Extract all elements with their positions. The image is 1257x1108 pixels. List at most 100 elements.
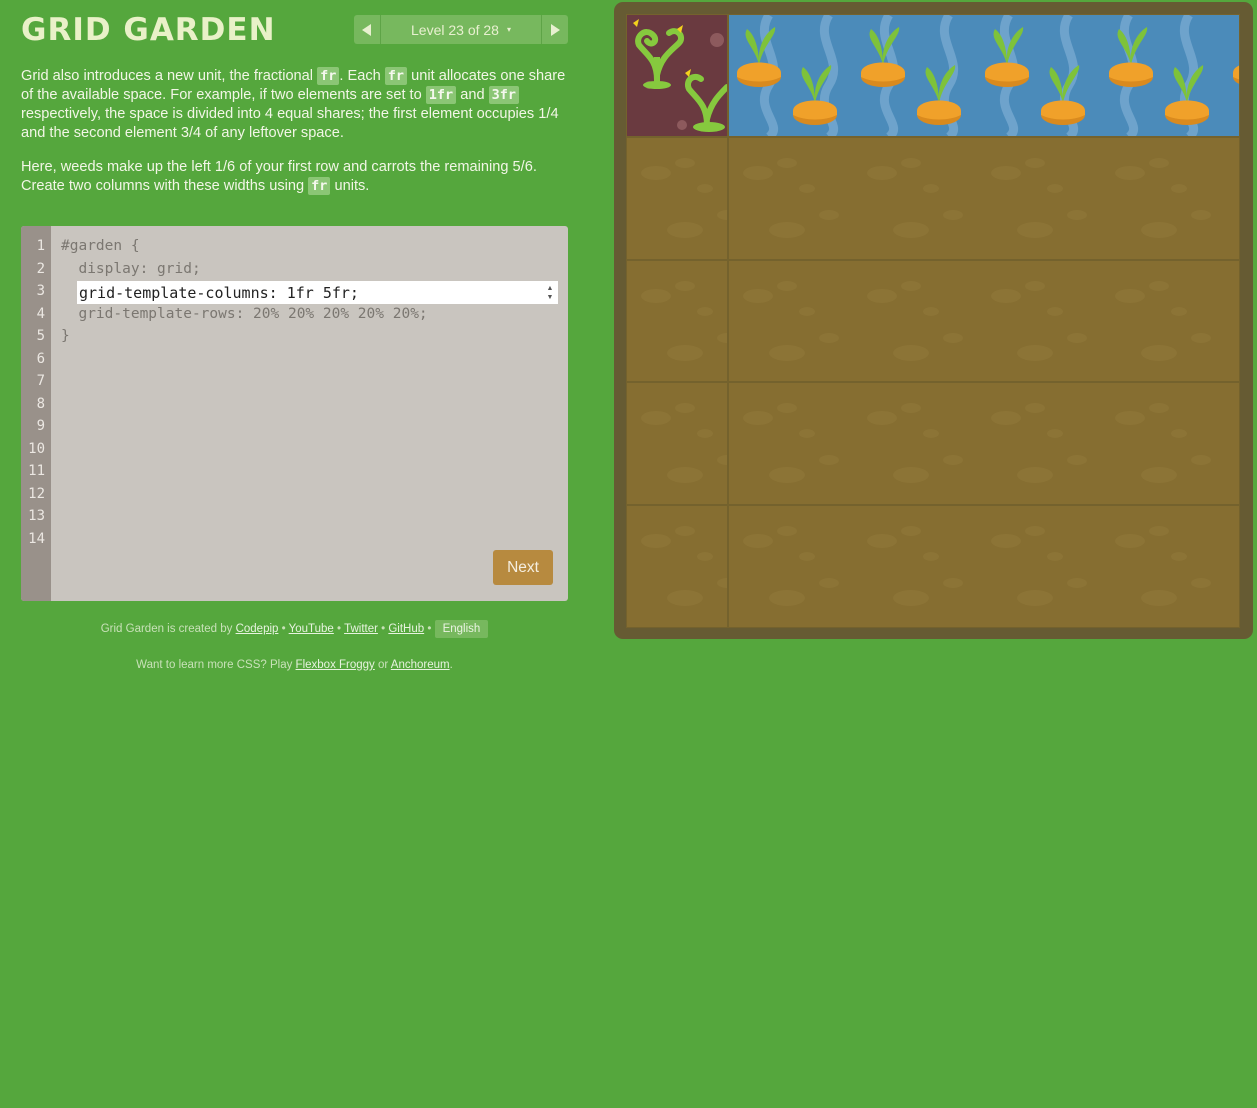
language-button[interactable]: English [434, 620, 489, 638]
soil-pebble [819, 455, 840, 466]
soil-pebble [1067, 209, 1088, 220]
soil-cell [626, 382, 729, 506]
carrots-group [737, 27, 1240, 125]
soil-pebble [1115, 288, 1146, 303]
soil-pebble [867, 534, 898, 549]
line-number: 10 [28, 441, 45, 457]
soil-pebble [991, 411, 1022, 426]
soil-pebble [1191, 209, 1212, 220]
soil-pebble [1047, 306, 1064, 316]
soil-pebble [697, 429, 713, 439]
line-number: 11 [28, 463, 45, 479]
line-number: 3 [36, 283, 45, 299]
code-line-2: display: grid; [61, 261, 201, 277]
line-number: 7 [36, 373, 45, 389]
soil-pebble [991, 288, 1022, 303]
soil-pebble [743, 534, 774, 549]
instructions-paragraph-1: Grid also introduces a new unit, the fra… [21, 67, 566, 141]
carrot-icon [1165, 65, 1210, 125]
soil-cell [626, 505, 729, 628]
soil-pebble [717, 455, 728, 466]
line-number: 9 [36, 418, 45, 434]
code-line-4: grid-template-rows: 20% 20% 20% 20% 20%; [61, 306, 428, 322]
soil-pebble [1017, 590, 1054, 607]
codepip-link[interactable]: Codepip [236, 623, 279, 635]
soil-pebble [769, 221, 806, 238]
line-number: 12 [28, 486, 45, 502]
garden-grid [626, 14, 1240, 628]
soil-pebble [667, 221, 703, 238]
soil-pebble [769, 344, 806, 361]
line-number-gutter: 1 2 3 4 5 6 7 8 9 10 11 12 13 14 [21, 226, 51, 601]
anchoreum-link[interactable]: Anchoreum [391, 659, 450, 671]
level-navigation: Level 23 of 28 ▾ [354, 15, 568, 44]
line-number: 2 [36, 261, 45, 277]
soil-pebble [1141, 221, 1178, 238]
code-line-1: #garden { [61, 238, 140, 254]
spinner-up-icon: ▲ [546, 284, 554, 292]
soil-pebble [743, 288, 774, 303]
credits-footer: Grid Garden is created by Codepip • YouT… [21, 620, 568, 638]
soil-pebble [641, 534, 671, 549]
soil-pebble [675, 403, 695, 414]
soil-pebble [867, 411, 898, 426]
soil-pebble [799, 183, 816, 193]
flexbox-froggy-link[interactable]: Flexbox Froggy [296, 659, 375, 671]
soil-pebble [641, 411, 671, 426]
soil-pebble [717, 578, 728, 589]
soil-pebble [1047, 183, 1064, 193]
soil-pebble [1171, 429, 1188, 439]
line-number: 1 [36, 238, 45, 254]
youtube-link[interactable]: YouTube [289, 623, 334, 635]
soil-pebble [1191, 455, 1212, 466]
soil-pebble [991, 534, 1022, 549]
code-keyword: fr [384, 67, 408, 85]
soil-pebble [675, 157, 695, 168]
code-input-container: ▲ ▼ [77, 281, 558, 304]
code-editor: 1 2 3 4 5 6 7 8 9 10 11 12 13 14 #garden… [21, 226, 568, 601]
soil-pebble [893, 590, 930, 607]
soil-pebble [641, 288, 671, 303]
soil-pebble [1047, 429, 1064, 439]
twitter-link[interactable]: Twitter [344, 623, 378, 635]
code-keyword: 3fr [488, 86, 520, 104]
css-answer-input[interactable] [77, 282, 542, 303]
soil-pebble [769, 590, 806, 607]
soil-pebble [867, 288, 898, 303]
soil-pebble [1025, 526, 1046, 537]
soil-pebble [675, 280, 695, 291]
soil-pebble [819, 332, 840, 343]
soil-pebble [991, 165, 1022, 180]
soil-pebble [1191, 332, 1212, 343]
triangle-left-icon [362, 23, 371, 36]
line-number: 8 [36, 396, 45, 412]
soil-pebble [901, 403, 922, 414]
soil-pebble [697, 183, 713, 193]
level-indicator-dropdown[interactable]: Level 23 of 28 ▾ [381, 15, 541, 44]
soil-cell [728, 136, 1240, 260]
soil-pebble [943, 578, 964, 589]
soil-pebble [717, 209, 728, 220]
previous-level-button[interactable] [354, 15, 381, 44]
soil-pebble [1171, 183, 1188, 193]
input-spinner[interactable]: ▲ ▼ [542, 281, 558, 304]
soil-pebble [667, 344, 703, 361]
github-link[interactable]: GitHub [388, 623, 424, 635]
soil-pebble [743, 411, 774, 426]
soil-pebble [819, 578, 840, 589]
soil-pebble [923, 183, 940, 193]
soil-pebble [799, 429, 816, 439]
soil-pebble [717, 332, 728, 343]
soil-cell [728, 382, 1240, 506]
soil-pebble [901, 157, 922, 168]
soil-cell [626, 259, 729, 383]
next-button[interactable]: Next [493, 550, 553, 585]
soil-pebble [743, 165, 774, 180]
soil-pebble [1149, 403, 1170, 414]
line-number: 6 [36, 351, 45, 367]
soil-pebble [1067, 578, 1088, 589]
next-level-arrow-button[interactable] [541, 15, 568, 44]
soil-pebble [667, 590, 703, 607]
soil-pebble [1191, 578, 1212, 589]
garden-frame [614, 2, 1253, 639]
